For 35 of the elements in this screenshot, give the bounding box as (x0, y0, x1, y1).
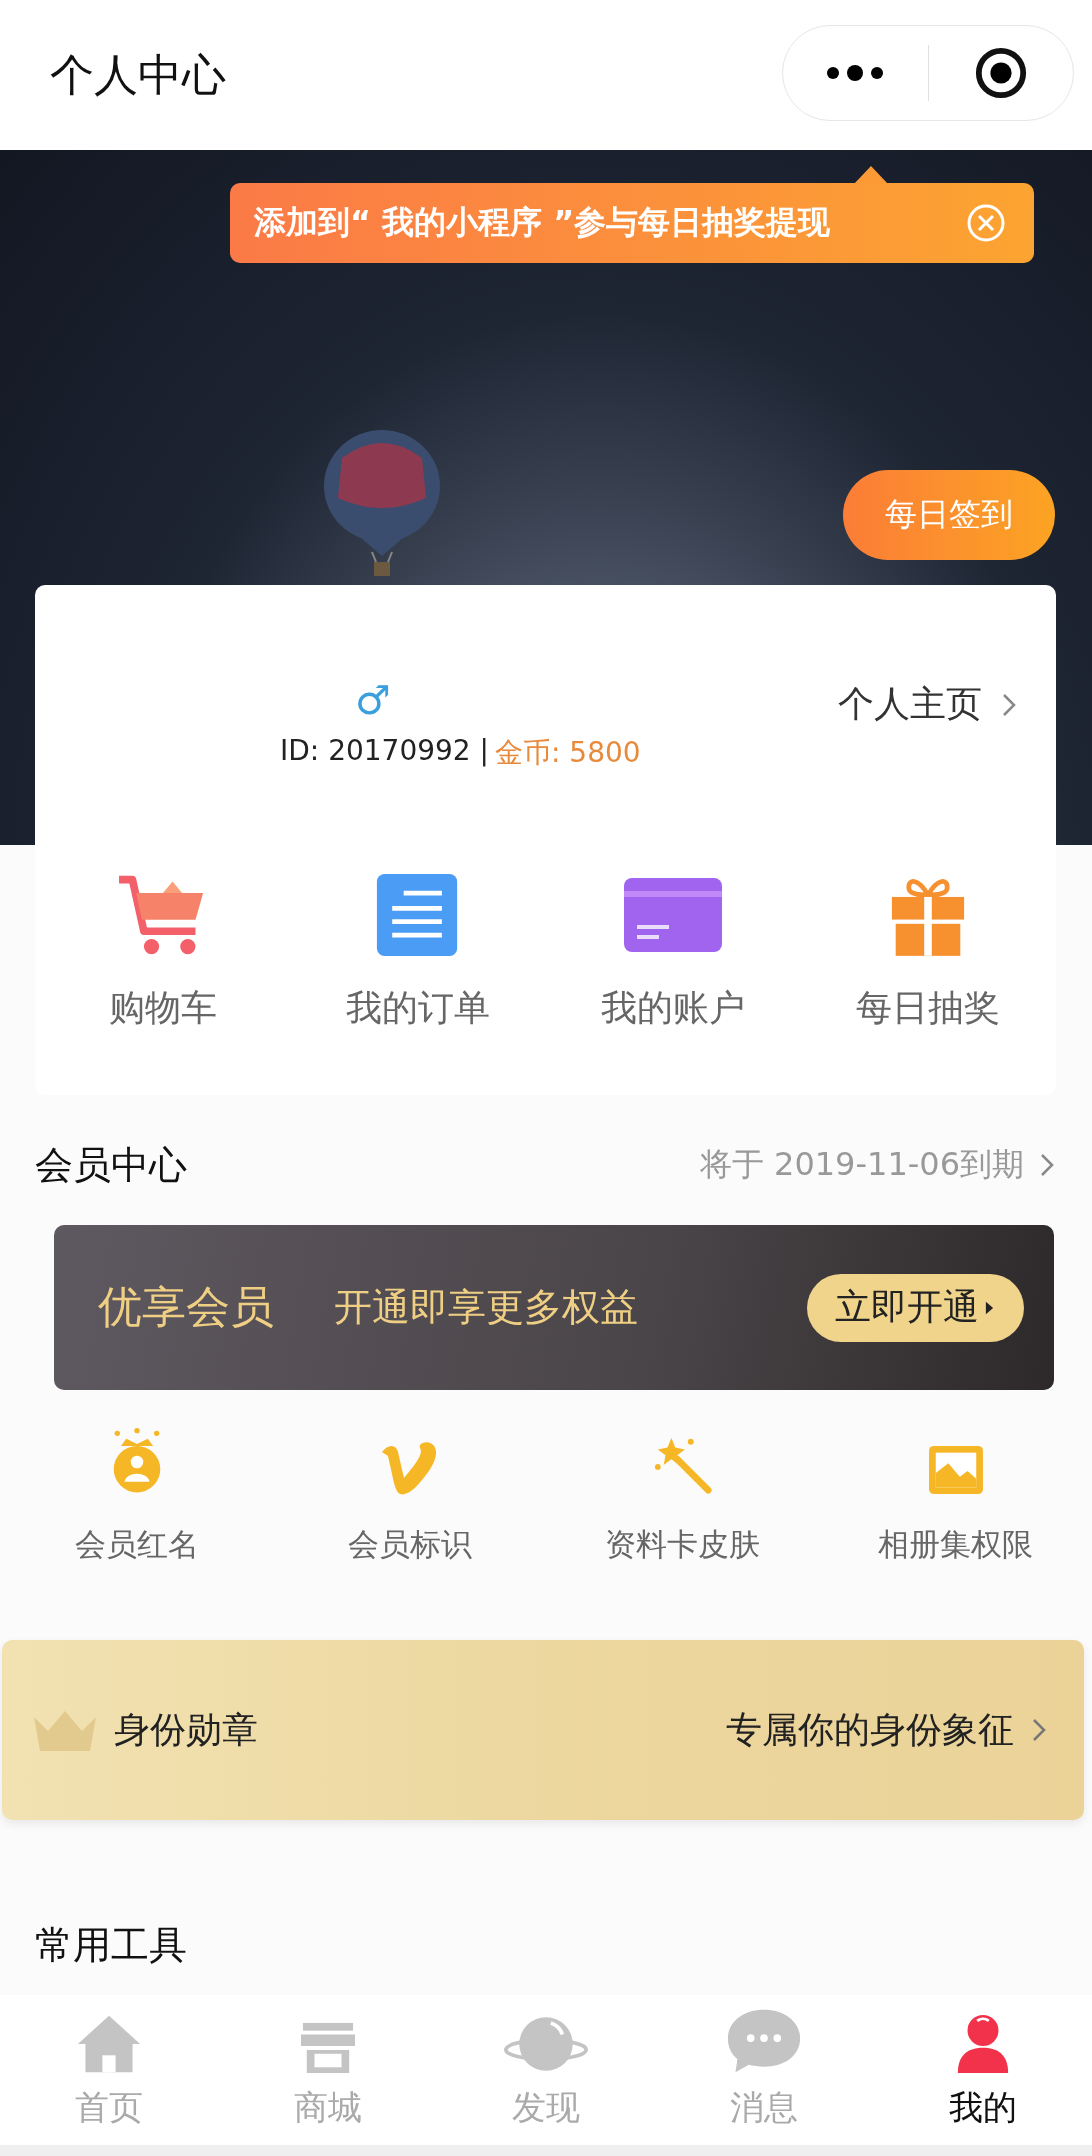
section-title: 常用工具 (35, 1923, 187, 1967)
quick-action[interactable]: 购物车 (35, 870, 291, 1033)
tab[interactable]: 我的 (873, 1995, 1092, 2145)
card-icon (623, 877, 724, 953)
identity-badge-banner[interactable]: 身份勋章 专属你的身份象征 (2, 1640, 1084, 1820)
more-icon (825, 65, 886, 81)
member-perk[interactable]: 会员标识 (273, 1420, 546, 1590)
chevron-right-icon (1040, 1153, 1054, 1177)
male-symbol: ♂ (355, 680, 392, 720)
vip-slogan: 开通即享更多权益 (334, 1284, 639, 1331)
badge-title: 身份勋章 (114, 1707, 259, 1752)
member-perk[interactable]: 资料卡皮肤 (546, 1420, 819, 1590)
quick-action[interactable]: 我的账户 (545, 870, 801, 1033)
close-icon (966, 203, 1006, 243)
house-icon (76, 2013, 143, 2075)
target-icon (973, 46, 1028, 100)
user-id: ID: 20170992 | (280, 734, 489, 769)
homepage-link[interactable]: 个人主页 (838, 680, 1016, 729)
badge-subtitle: 专属你的身份象征 (726, 1707, 1014, 1752)
chevron-right-icon (1002, 692, 1016, 717)
picture-icon (926, 1444, 985, 1496)
tooltip-text: 添加到“ 我的小程序 ”参与每日抽奖提现 (254, 202, 831, 243)
member-perk[interactable]: 会员红名 (0, 1420, 273, 1590)
quick-action[interactable]: 每日抽奖 (800, 870, 1056, 1033)
quick-action[interactable]: 我的订单 (290, 870, 546, 1033)
coin-balance: 金币: 5800 (495, 735, 641, 771)
vip-title: 优享会员 (98, 1280, 274, 1334)
page-title: 个人中心 (50, 47, 226, 102)
store-icon (298, 2021, 357, 2075)
activate-button[interactable]: 立即开通 (807, 1273, 1024, 1342)
chevron-right-icon (1032, 1718, 1046, 1742)
caret-icon (985, 1299, 994, 1316)
chat-bubble-icon (726, 2007, 803, 2075)
section-title: 会员中心 (35, 1141, 187, 1189)
member-perk[interactable]: 相册集权限 (819, 1420, 1092, 1590)
